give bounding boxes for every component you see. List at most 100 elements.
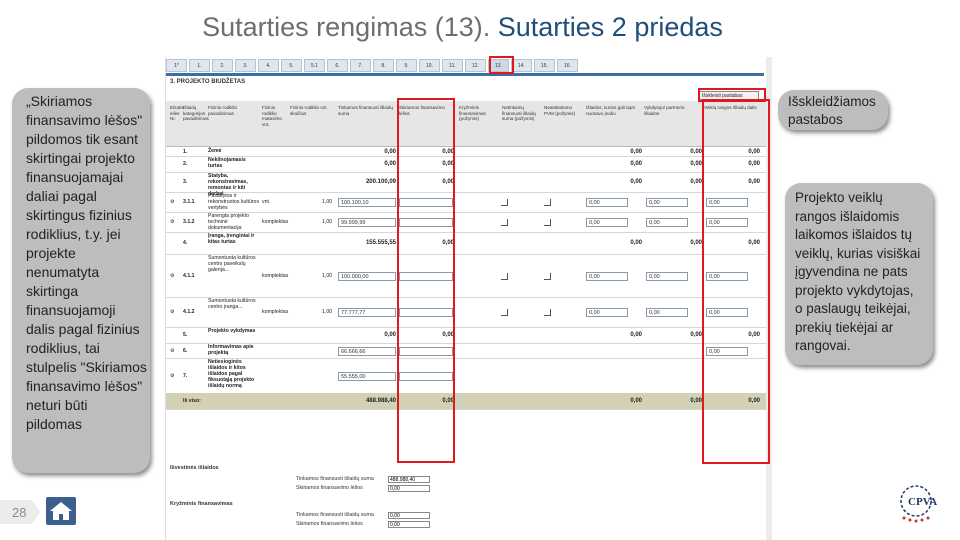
checkbox[interactable] bbox=[501, 219, 508, 226]
own-value: 0,00 bbox=[630, 332, 642, 338]
callout-line: Projekto veiklų bbox=[795, 190, 883, 205]
checkbox[interactable] bbox=[501, 199, 508, 206]
column-header: Fizinio rodiklio matavimo vnt. bbox=[262, 105, 282, 127]
callout-line: skirtingai projekto bbox=[26, 150, 135, 166]
tab-51[interactable]: 5.1 bbox=[304, 59, 325, 72]
logo-text: CPVA bbox=[908, 496, 937, 508]
row-name: Sumontuota kultūros centro paveikslų gal… bbox=[208, 255, 256, 273]
column-header: Eilutės eilės Nr. bbox=[170, 105, 184, 121]
home-icon bbox=[50, 502, 72, 520]
row-unit: komplektas bbox=[262, 219, 289, 225]
summary-label: Skiriamos finansavimo lėšos bbox=[296, 521, 363, 527]
callout-line: rangovai. bbox=[795, 338, 851, 353]
highlight-notes-button bbox=[698, 88, 766, 102]
column-header: Išlaidos, kurios gali tapti nuosavu įnaš… bbox=[586, 105, 635, 116]
callout-line: pildomas bbox=[26, 416, 83, 432]
checkbox[interactable] bbox=[544, 273, 551, 280]
summary-1-title: Išvestinės išlaidos bbox=[170, 465, 219, 471]
eligible-input[interactable]: 66.666,66 bbox=[338, 347, 396, 356]
eligible-input[interactable]: 55.555,00 bbox=[338, 372, 396, 381]
table-header: Eilutės eilės Nr. Išlaidų kategorijos pav… bbox=[166, 101, 766, 147]
table-row: ⚙ 3.1.1 Pastatytos ir rekonstruotos kultūr… bbox=[166, 192, 766, 213]
partner-input[interactable]: 0,00 bbox=[646, 218, 688, 227]
tab-2[interactable]: 2. bbox=[212, 59, 233, 72]
partner-input[interactable]: 0,00 bbox=[646, 272, 688, 281]
eligible-input[interactable]: 99.999,99 bbox=[338, 218, 396, 227]
summary-value: 0,00 bbox=[388, 521, 430, 528]
row-unit: komplektas bbox=[262, 309, 289, 315]
row-number: 4. bbox=[183, 240, 188, 246]
checkbox[interactable] bbox=[544, 219, 551, 226]
section-heading: 3. PROJEKTO BIUDŽETAS bbox=[170, 79, 246, 85]
checkbox[interactable] bbox=[501, 273, 508, 280]
tab-16[interactable]: 16. bbox=[557, 59, 578, 72]
callout-contract-costs: Projekto veiklų rangos išlaidomis laikomos… bbox=[785, 183, 933, 365]
checkbox[interactable] bbox=[544, 199, 551, 206]
tab-4[interactable]: 4. bbox=[258, 59, 279, 72]
form-tabs: 1* 1. 2. 3. 4. 5. 5.1 6. 7. 8. 9. 10. 11. 12. 13. 14. 15… bbox=[166, 59, 580, 74]
own-input[interactable]: 0,00 bbox=[586, 198, 628, 207]
callout-line: veiklų, kurias visiškai bbox=[795, 245, 921, 261]
table-row: ⚙ 4.1.2 Sumontuota kultūros centro įranga.… bbox=[166, 297, 766, 328]
tab-10[interactable]: 10. bbox=[419, 59, 440, 72]
edit-icon[interactable]: ⚙ bbox=[170, 309, 175, 315]
row-name: Netiesioginės išlaidos ir kitos išlaidos… bbox=[208, 359, 255, 389]
cpva-logo: CPVA bbox=[896, 482, 948, 524]
budget-form-screenshot: 1* 1. 2. 3. 4. 5. 5.1 6. 7. 8. 9. 10. 11. 12. 13. 14. 15… bbox=[165, 57, 772, 540]
row-number: 3. bbox=[183, 179, 188, 185]
row-name: Nekilnojamasis turtas bbox=[208, 157, 246, 169]
edit-icon[interactable]: ⚙ bbox=[170, 219, 175, 225]
tab-1[interactable]: 1. bbox=[189, 59, 210, 72]
eligible-input[interactable]: 100.100,10 bbox=[338, 198, 396, 207]
summary-value: 0,00 bbox=[388, 485, 430, 492]
edit-icon[interactable]: ⚙ bbox=[170, 373, 175, 379]
tab-8[interactable]: 8. bbox=[373, 59, 394, 72]
summary-label: Tinkamos finansuoti išlaidų suma bbox=[296, 476, 374, 482]
highlight-allocated-column bbox=[397, 98, 455, 463]
summary-2-title: Kryžminis finansavimas bbox=[170, 501, 233, 507]
tab-14[interactable]: 14. bbox=[511, 59, 532, 72]
edit-icon[interactable]: ⚙ bbox=[170, 348, 175, 354]
tab-15[interactable]: 15. bbox=[534, 59, 555, 72]
tab-11[interactable]: 11. bbox=[442, 59, 463, 72]
row-number: 5. bbox=[183, 332, 188, 338]
callout-line: laikomos išlaidos tų bbox=[795, 227, 913, 242]
own-input[interactable]: 0,00 bbox=[586, 308, 628, 317]
edit-icon[interactable]: ⚙ bbox=[170, 199, 175, 205]
tab-6[interactable]: 6. bbox=[327, 59, 348, 72]
partner-input[interactable]: 0,00 bbox=[646, 308, 688, 317]
own-input[interactable]: 0,00 bbox=[586, 272, 628, 281]
checkbox[interactable] bbox=[544, 309, 551, 316]
callout-line: nenumatyta bbox=[26, 264, 100, 280]
partner-input[interactable]: 0,00 bbox=[646, 198, 688, 207]
own-value: 0,00 bbox=[630, 240, 642, 246]
tab-1[interactable]: 1* bbox=[166, 59, 187, 72]
edit-icon[interactable]: ⚙ bbox=[170, 273, 175, 279]
row-number: 4.1.2 bbox=[183, 309, 195, 315]
own-value: 0,00 bbox=[630, 398, 642, 404]
row-name: Projekto vykdymas bbox=[208, 328, 256, 334]
callout-line: finansavimo lėšos" bbox=[26, 378, 143, 394]
callout-line: skirtingus fizinius bbox=[26, 207, 132, 223]
table-row: 5. Projekto vykdymas 0,00 0,00 0,00 0,00 0,00 bbox=[166, 327, 766, 344]
summary-label: Skiriamos finansavimo lėšos bbox=[296, 485, 363, 491]
tab-3[interactable]: 3. bbox=[235, 59, 256, 72]
summary-label: Tinkamos finansuoti išlaidų suma bbox=[296, 512, 374, 518]
checkbox[interactable] bbox=[501, 309, 508, 316]
row-qty: 1,00 bbox=[322, 309, 333, 315]
tab-5[interactable]: 5. bbox=[281, 59, 302, 72]
callout-line: projekte bbox=[26, 245, 76, 261]
tab-7[interactable]: 7. bbox=[350, 59, 371, 72]
eligible-input[interactable]: 100.000,00 bbox=[338, 272, 396, 281]
callout-line: finansavimo lėšos" bbox=[26, 112, 143, 128]
eligible-value: 0,00 bbox=[384, 161, 396, 167]
summary-value: 0,00 bbox=[388, 512, 430, 519]
own-input[interactable]: 0,00 bbox=[586, 218, 628, 227]
eligible-input[interactable]: 77.777,77 bbox=[338, 308, 396, 317]
column-header: Netinkamų finansuoti išlaidų suma (požym… bbox=[502, 105, 536, 121]
home-button[interactable] bbox=[46, 497, 76, 525]
partner-value: 0,00 bbox=[690, 240, 702, 246]
tab-9[interactable]: 9. bbox=[396, 59, 417, 72]
slide-number-badge: 28 bbox=[0, 500, 40, 524]
tab-12[interactable]: 12. bbox=[465, 59, 486, 72]
